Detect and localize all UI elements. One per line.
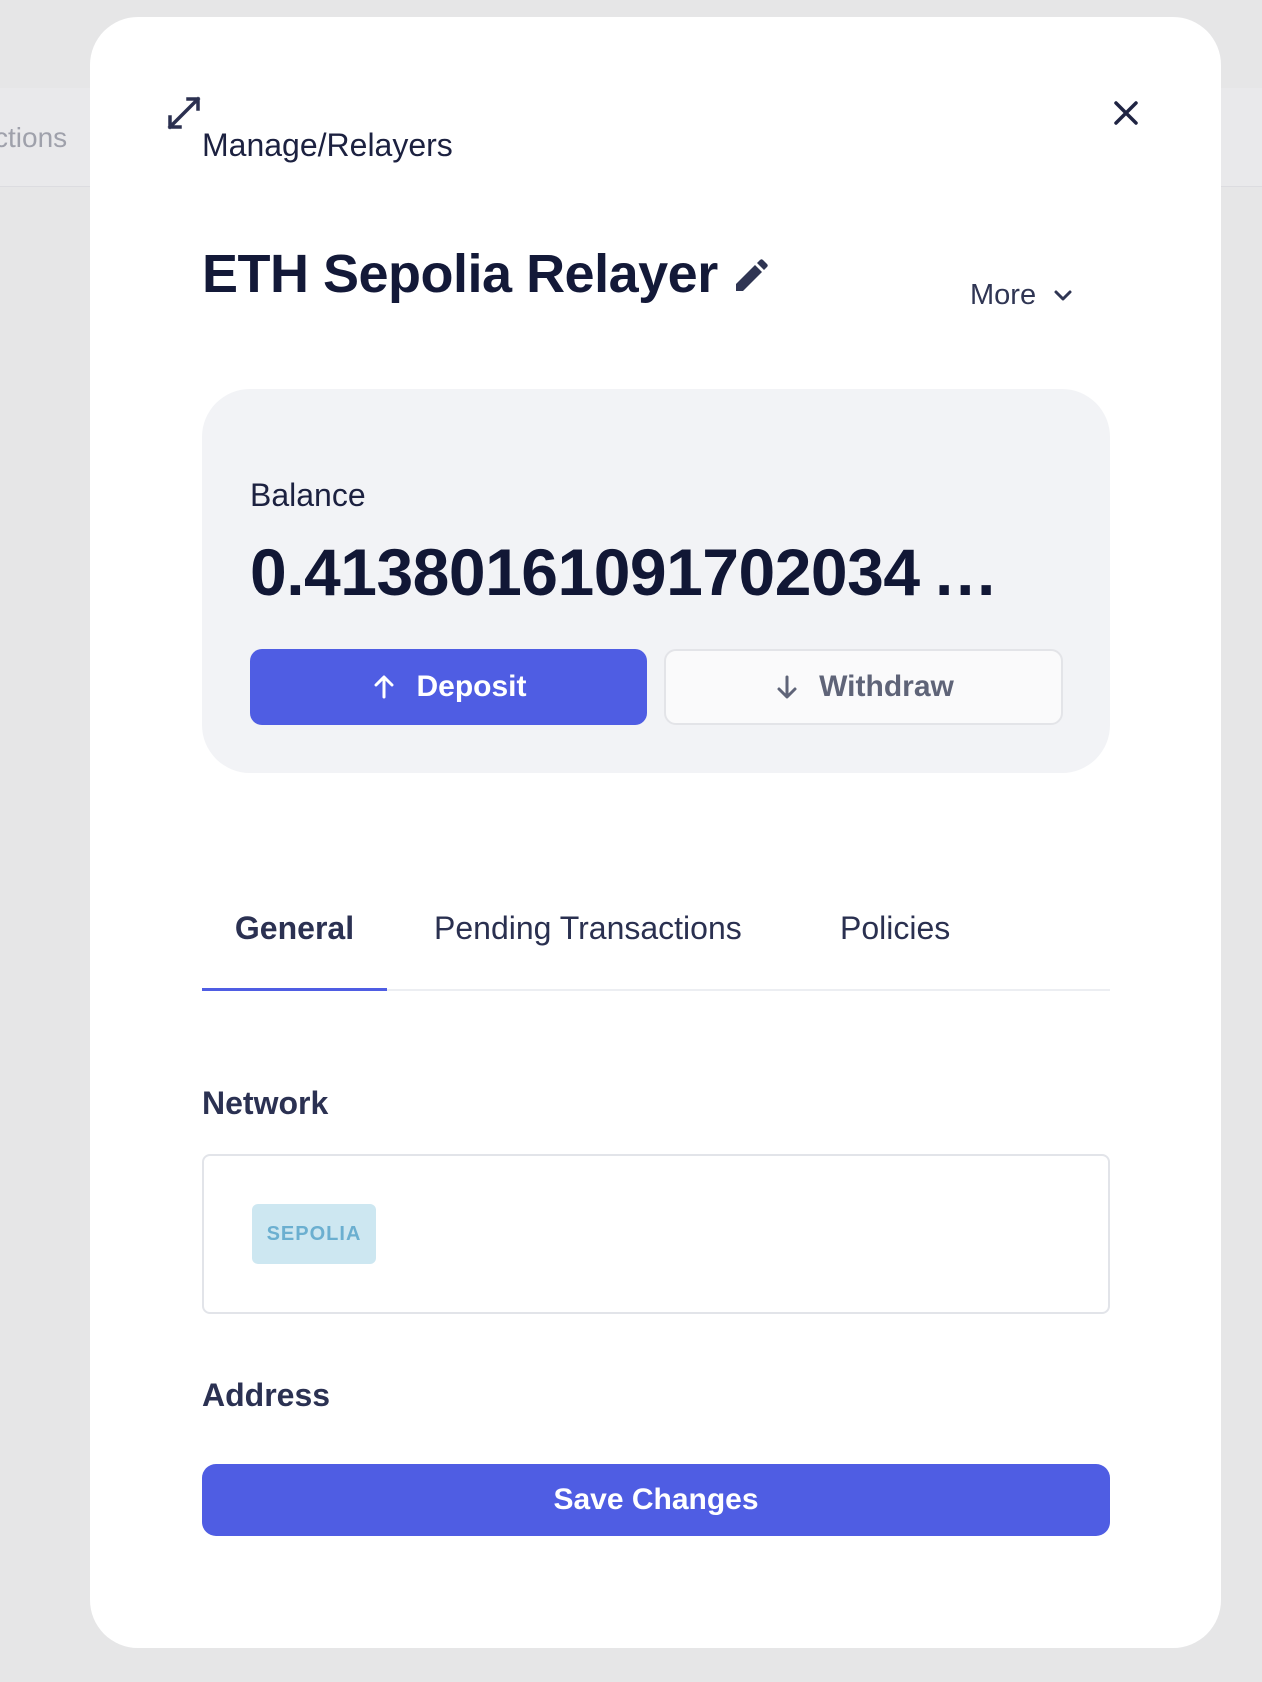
close-icon[interactable]	[1108, 95, 1144, 131]
withdraw-label: Withdraw	[819, 670, 954, 703]
address-label: Address	[202, 1377, 331, 1413]
save-changes-button[interactable]: Save Changes	[202, 1464, 1110, 1536]
chevron-down-icon	[1054, 290, 1072, 301]
edit-icon[interactable]	[730, 257, 770, 297]
network-field[interactable]: SEPOLIA	[202, 1154, 1110, 1314]
arrow-down-icon	[777, 675, 797, 699]
more-button[interactable]: More	[970, 271, 1076, 319]
expand-icon[interactable]	[166, 95, 202, 131]
relayer-modal: Manage/Relayers ETH Sepolia Relayer More…	[90, 17, 1221, 1648]
page-title: ETH Sepolia Relayer	[202, 244, 718, 304]
network-label: Network	[202, 1085, 329, 1121]
tab-pending-transactions[interactable]: Pending Transactions	[434, 897, 742, 989]
balance-value: 0.41380161091702034 …	[250, 535, 998, 609]
tab-general[interactable]: General	[202, 897, 387, 991]
withdraw-button[interactable]: Withdraw	[664, 649, 1063, 725]
arrow-up-icon	[374, 675, 394, 699]
network-badge: SEPOLIA	[252, 1204, 376, 1264]
balance-card: Balance 0.41380161091702034 … Deposit Wi…	[202, 389, 1110, 773]
tab-policies[interactable]: Policies	[840, 897, 950, 989]
more-label: More	[970, 278, 1037, 311]
deposit-label: Deposit	[416, 670, 527, 703]
tab-bar: General Pending Transactions Policies	[202, 897, 1110, 991]
breadcrumb[interactable]: Manage/Relayers	[202, 127, 453, 164]
background-nav-item[interactable]: ctions	[0, 122, 67, 154]
balance-label: Balance	[250, 477, 366, 513]
deposit-button[interactable]: Deposit	[250, 649, 647, 725]
